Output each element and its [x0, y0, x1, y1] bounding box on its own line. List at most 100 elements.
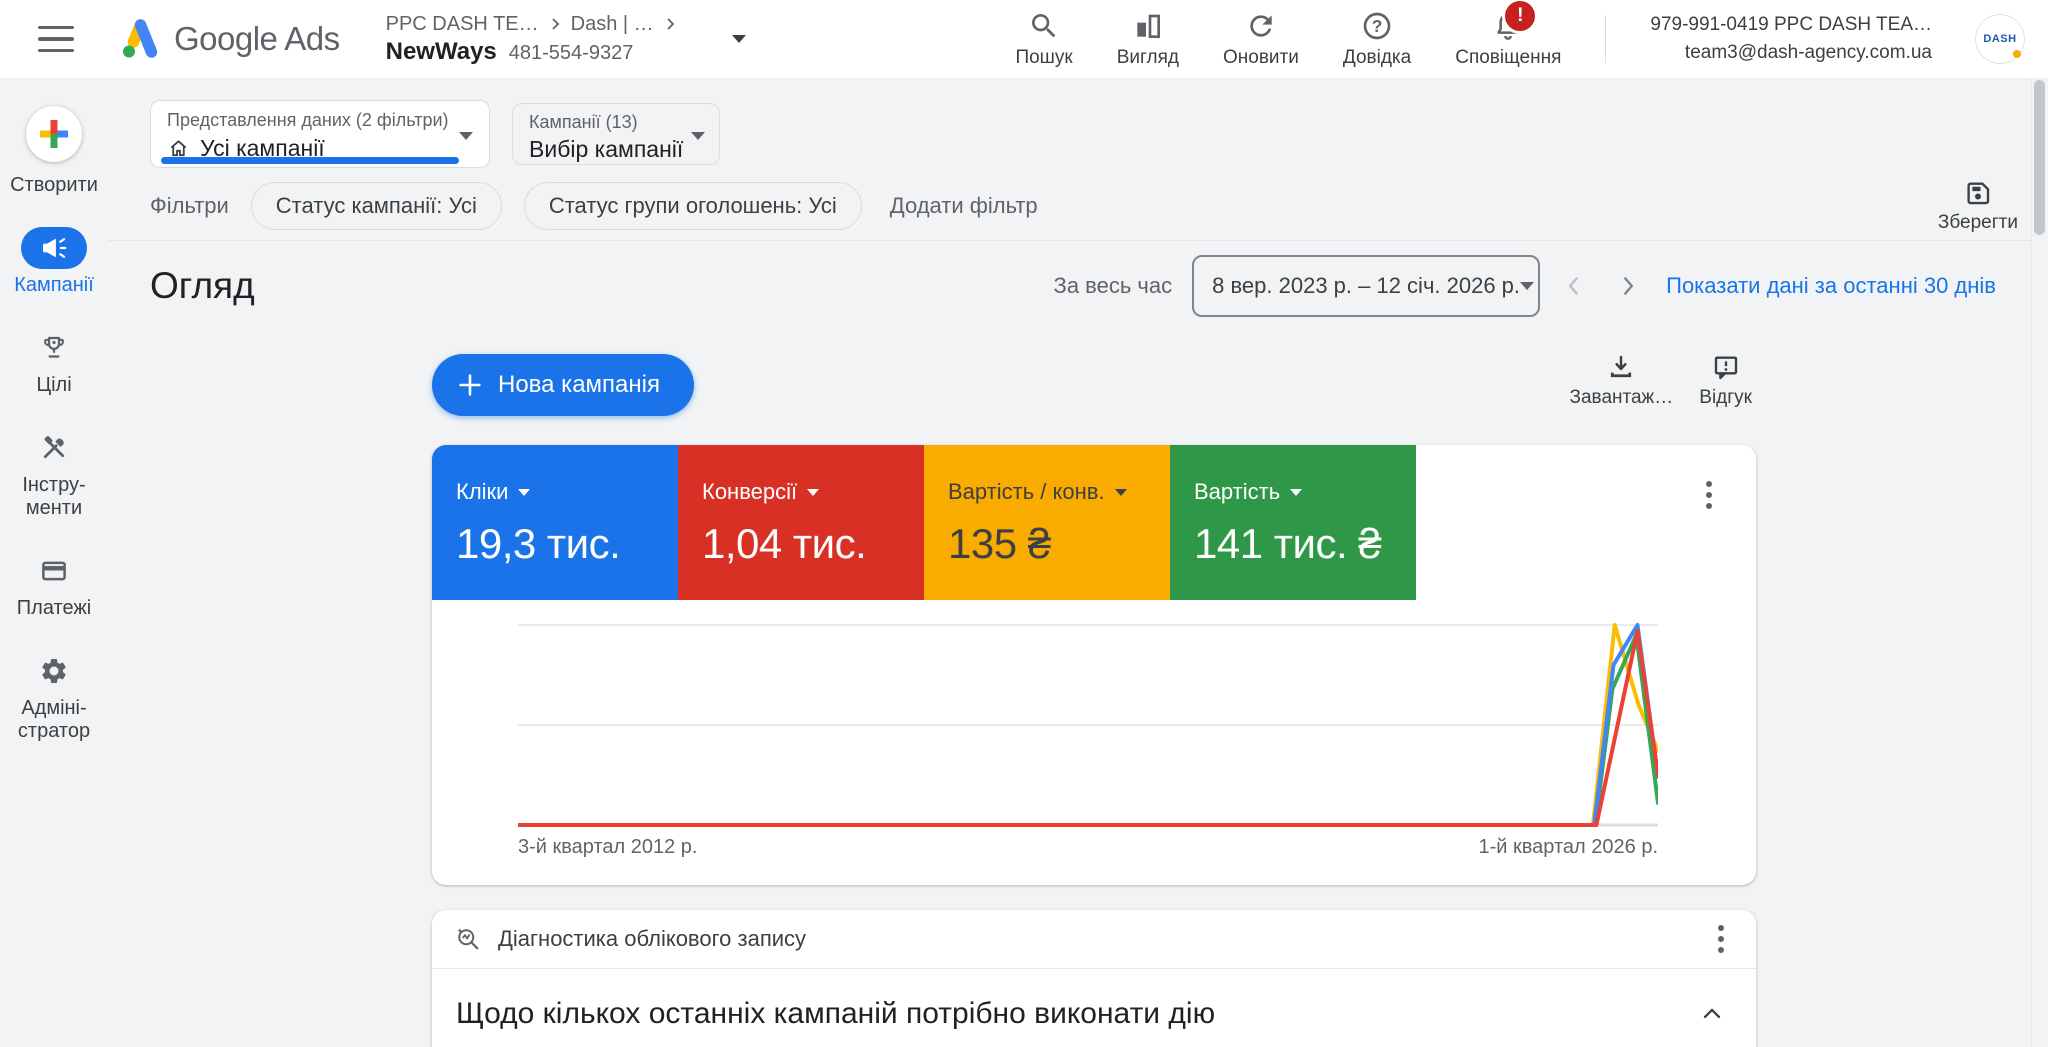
prev-period-button[interactable]	[1554, 266, 1594, 306]
metric-cost-value: 141 тис. ₴	[1194, 520, 1416, 568]
filters-toolbar: Представлення даних (2 фільтри) Усі камп…	[108, 78, 2048, 241]
diagnostics-card: Діагностика облікового запису Щодо кільк…	[432, 910, 1756, 1047]
plus-multicolor-icon	[36, 116, 72, 152]
page-title: Огляд	[150, 265, 255, 307]
refresh-icon	[1245, 10, 1277, 42]
chevron-down-icon	[1520, 282, 1534, 290]
profile-account: 979-991-0419 PPC DASH TEA…	[1650, 11, 1932, 39]
save-button[interactable]: Зберегти	[1938, 178, 2018, 234]
diagnostics-alert-row[interactable]: Щодо кількох останніх кампаній потрібно …	[432, 969, 1756, 1031]
create-label: Створити	[10, 174, 98, 197]
diagnostics-title: Діагностика облікового запису	[498, 926, 806, 952]
chevron-down-icon	[691, 132, 705, 140]
collapse-button[interactable]	[1698, 1000, 1726, 1028]
next-period-button[interactable]	[1608, 266, 1648, 306]
filter-chip-adgroup-status[interactable]: Статус групи оголошень: Усі	[524, 182, 862, 230]
breadcrumb-manager[interactable]: PPC DASH TE…	[386, 13, 539, 36]
campaign-selector[interactable]: Кампанії (13) Вибір кампанії	[512, 103, 720, 165]
credit-card-icon	[39, 556, 69, 586]
performance-chart	[518, 622, 1658, 828]
trophy-icon	[39, 333, 69, 363]
breadcrumb: PPC DASH TE… Dash | …	[386, 13, 680, 36]
new-campaign-button[interactable]: Нова кампанія	[432, 354, 694, 416]
overview-card: Кліки 19,3 тис. Конверсії 1,04 тис. Варт…	[432, 445, 1756, 885]
avatar[interactable]: DASH	[1976, 15, 2024, 63]
appearance-button[interactable]: Вигляд	[1117, 10, 1179, 69]
tools-icon	[39, 433, 69, 463]
ads-logo-icon	[118, 16, 164, 62]
scrollbar-track[interactable]	[2031, 78, 2048, 1047]
card-menu-button[interactable]	[1702, 477, 1716, 513]
divider	[1605, 15, 1606, 63]
metric-cost[interactable]: Вартість 141 тис. ₴	[1170, 445, 1416, 600]
account-name: NewWays	[386, 38, 497, 66]
x-axis-start-label: 3-й квартал 2012 р.	[518, 836, 697, 859]
sidebar-item-admin[interactable]: Адміні- стратор	[18, 650, 90, 743]
download-button[interactable]: Завантаж…	[1570, 352, 1674, 409]
chevron-down-icon	[459, 132, 473, 140]
menu-icon[interactable]	[38, 26, 74, 53]
profile-info[interactable]: 979-991-0419 PPC DASH TEA… team3@dash-ag…	[1650, 11, 1932, 67]
sidebar-item-goals[interactable]: Цілі	[21, 327, 87, 397]
diagnostics-headline: Щодо кількох останніх кампаній потрібно …	[456, 997, 1215, 1031]
campaign-selector-value: Вибір кампанії	[529, 136, 703, 163]
chevron-right-icon	[1615, 273, 1641, 299]
scrollbar-thumb[interactable]	[2034, 80, 2045, 235]
chevron-down-icon	[1290, 489, 1302, 496]
account-switcher[interactable]: PPC DASH TE… Dash | … NewWays 481-554-93…	[386, 13, 746, 66]
chevron-down-icon	[1115, 489, 1127, 496]
help-icon: ?	[1361, 10, 1393, 42]
account-id: 481-554-9327	[509, 42, 634, 65]
diagnostics-menu-button[interactable]	[1714, 921, 1728, 957]
search-icon	[1028, 10, 1060, 42]
feedback-icon	[1711, 352, 1741, 382]
metric-conversions[interactable]: Конверсії 1,04 тис.	[678, 445, 924, 600]
data-view-selector[interactable]: Представлення даних (2 фільтри) Усі камп…	[150, 100, 490, 168]
metric-clicks[interactable]: Кліки 19,3 тис.	[432, 445, 678, 600]
breadcrumb-subaccount[interactable]: Dash | …	[571, 13, 654, 36]
filters-label: Фільтри	[150, 193, 229, 219]
metric-cost-per-conversion[interactable]: Вартість / конв. 135 ₴	[924, 445, 1170, 600]
x-axis-end-label: 1-й квартал 2026 р.	[1479, 836, 1658, 859]
google-ads-logo[interactable]: Google Ads	[118, 16, 340, 62]
sidebar-item-payments[interactable]: Платежі	[17, 550, 91, 620]
chevron-down-icon[interactable]	[732, 35, 746, 43]
main-content: Огляд За весь час 8 вер. 2023 р. – 12 сі…	[108, 240, 2032, 1047]
top-bar: Google Ads PPC DASH TE… Dash | … NewWays…	[0, 0, 2048, 79]
chart-view-icon	[1132, 10, 1164, 42]
megaphone-icon	[39, 233, 69, 263]
product-name: Google Ads	[174, 20, 340, 58]
chevron-up-icon	[1698, 1000, 1726, 1028]
feedback-button[interactable]: Відгук	[1699, 352, 1752, 409]
diagnostics-icon	[454, 925, 482, 953]
gear-icon	[39, 656, 69, 686]
chevron-left-icon	[1561, 273, 1587, 299]
profile-email: team3@dash-agency.com.ua	[1650, 39, 1932, 67]
data-view-label: Представлення даних (2 фільтри)	[167, 110, 473, 131]
all-time-label: За весь час	[1054, 273, 1173, 299]
chevron-right-icon	[660, 14, 680, 34]
sidebar-item-tools[interactable]: Інстру- менти	[21, 427, 87, 520]
help-button[interactable]: ? Довідка	[1343, 10, 1411, 69]
filter-chip-campaign-status[interactable]: Статус кампанії: Усі	[251, 182, 502, 230]
sidebar-item-campaigns[interactable]: Кампанії	[14, 227, 94, 297]
search-button[interactable]: Пошук	[1015, 10, 1072, 69]
chevron-down-icon	[518, 489, 530, 496]
save-icon	[1963, 178, 1993, 208]
sidebar: Створити Кампанії Цілі Інстру- менти Пла…	[0, 78, 108, 1047]
download-icon	[1606, 352, 1636, 382]
notification-badge: !	[1502, 0, 1538, 34]
create-button[interactable]	[26, 106, 82, 162]
metric-cost-per-conversion-value: 135 ₴	[948, 520, 1170, 568]
refresh-button[interactable]: Оновити	[1223, 10, 1299, 69]
date-range-value: 8 вер. 2023 р. – 12 січ. 2026 р.	[1212, 273, 1520, 299]
active-view-underline	[161, 157, 459, 164]
campaign-selector-label: Кампанії (13)	[529, 112, 703, 133]
date-range-selector[interactable]: 8 вер. 2023 р. – 12 січ. 2026 р.	[1192, 255, 1540, 317]
chart-x-axis: 3-й квартал 2012 р. 1-й квартал 2026 р.	[518, 836, 1658, 859]
notifications-button[interactable]: ! Сповіщення	[1455, 10, 1561, 69]
add-filter-button[interactable]: Додати фільтр	[890, 193, 1038, 219]
metric-conversions-value: 1,04 тис.	[702, 520, 924, 568]
metric-clicks-value: 19,3 тис.	[456, 520, 678, 568]
show-last-30-days-link[interactable]: Показати дані за останні 30 днів	[1666, 273, 1996, 299]
